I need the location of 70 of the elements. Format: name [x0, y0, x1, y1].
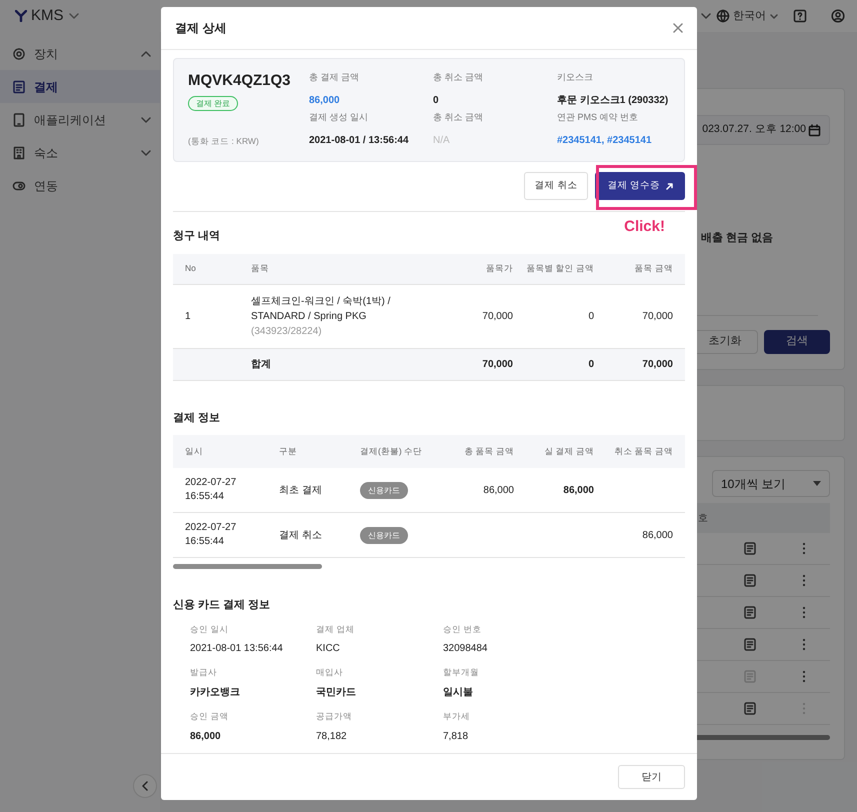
- column-header: 품목가: [485, 262, 514, 275]
- field-value: 후문 키오스크1 (290332): [557, 94, 670, 108]
- field-value: 2021-08-01 13:56:44: [190, 642, 284, 656]
- section-title: 신용 카드 결제 정보: [173, 598, 272, 613]
- table-cell-text: 합계: [250, 358, 272, 372]
- method-badge: 신용카드: [360, 526, 408, 544]
- column-header: 구분: [278, 445, 298, 458]
- field-label: 총 취소 금액: [433, 71, 484, 84]
- field-value: 카카오뱅크: [190, 686, 241, 700]
- annotation-text: Click!: [624, 217, 665, 237]
- table-cell-text: 86,000: [641, 528, 674, 542]
- field-label: 부가세: [443, 710, 471, 723]
- field-value: 78,182: [316, 730, 348, 744]
- column-header: 품목 금액: [634, 262, 674, 275]
- field-label: 매입사: [316, 666, 344, 679]
- column-header: 취소 품목 금액: [613, 445, 674, 458]
- app-name: KMS: [31, 6, 64, 26]
- field-label: 결제 생성 일시: [309, 111, 370, 124]
- field-value: N/A: [433, 134, 451, 148]
- method-badge: 신용카드: [360, 482, 408, 498]
- field-label: 결제 업체: [316, 622, 356, 636]
- column-header: 품목: [250, 262, 270, 275]
- field-label: 공급가액: [316, 710, 353, 723]
- column-header: 호: [698, 512, 708, 526]
- table-cell-text: 70,000: [481, 310, 514, 324]
- table-cell-text: 86,000: [562, 484, 595, 498]
- column-header: 일시: [184, 445, 204, 458]
- table-cell-text: 0: [587, 310, 595, 324]
- field-label: 할부개월: [443, 666, 480, 679]
- payment-id: MQVK4QZ1Q3: [188, 71, 291, 91]
- field-value: 86,000: [309, 94, 341, 108]
- field-label: 총 결제 금액: [309, 71, 360, 84]
- field-label: 승인 번호: [443, 622, 482, 636]
- table-cell-text: 0: [587, 358, 595, 372]
- column-header: 총 품목 금액: [463, 445, 515, 458]
- status-badge: 결제 완료: [188, 96, 238, 111]
- table-cell-text: 셀프체크인-워크인 / 숙박(1박) / STANDARD / Spring PKG: [251, 294, 392, 324]
- field-value: 32098484: [443, 642, 488, 656]
- section-title: 청구 내역: [173, 229, 222, 244]
- field-label: 승인 일시: [190, 622, 230, 636]
- field-value: 0: [433, 94, 440, 108]
- table-cell-text: 최초 결제: [278, 484, 323, 498]
- field-value: 2021-08-01 / 13:56:44: [309, 134, 410, 148]
- table-cell-text: 70,000: [641, 310, 674, 324]
- field-value: KICC: [316, 642, 341, 656]
- field-value: 일시불: [443, 686, 474, 700]
- column-header: 품목별 할인 금액: [525, 262, 595, 275]
- item-code: (343923/28224): [251, 324, 323, 338]
- field-value: 7,818: [443, 730, 470, 744]
- table-cell-text: 70,000: [641, 358, 674, 372]
- field-value: 국민카드: [316, 686, 357, 700]
- filter-note: 배출 현금 없음: [701, 231, 774, 246]
- column-header: 실 결제 금액: [543, 445, 595, 458]
- field-label: 승인 금액: [190, 710, 230, 723]
- table-cell-text: 86,000: [482, 484, 515, 498]
- section-title: 결제 정보: [173, 410, 222, 426]
- field-label: 연관 PMS 예약 번호: [557, 111, 640, 124]
- field-label: 키오스크: [557, 71, 594, 84]
- table-cell-text: 결제 취소: [278, 528, 323, 542]
- modal-title: 결제 상세: [175, 20, 226, 37]
- column-header: 결제(환불) 수단: [359, 445, 424, 458]
- column-header: No: [184, 262, 197, 275]
- table-cell-text: 1: [184, 310, 192, 324]
- table-cell-text: 2022-07-27 16:55:44: [184, 476, 238, 504]
- table-cell-text: 2022-07-27 16:55:44: [184, 521, 238, 549]
- table-cell-text: 70,000: [481, 358, 514, 372]
- field-label: 총 취소 금액: [433, 111, 484, 124]
- field-label: 발급사: [190, 666, 218, 679]
- currency-note: (통화 코드 : KRW): [188, 135, 260, 148]
- field-value: 86,000: [190, 730, 222, 744]
